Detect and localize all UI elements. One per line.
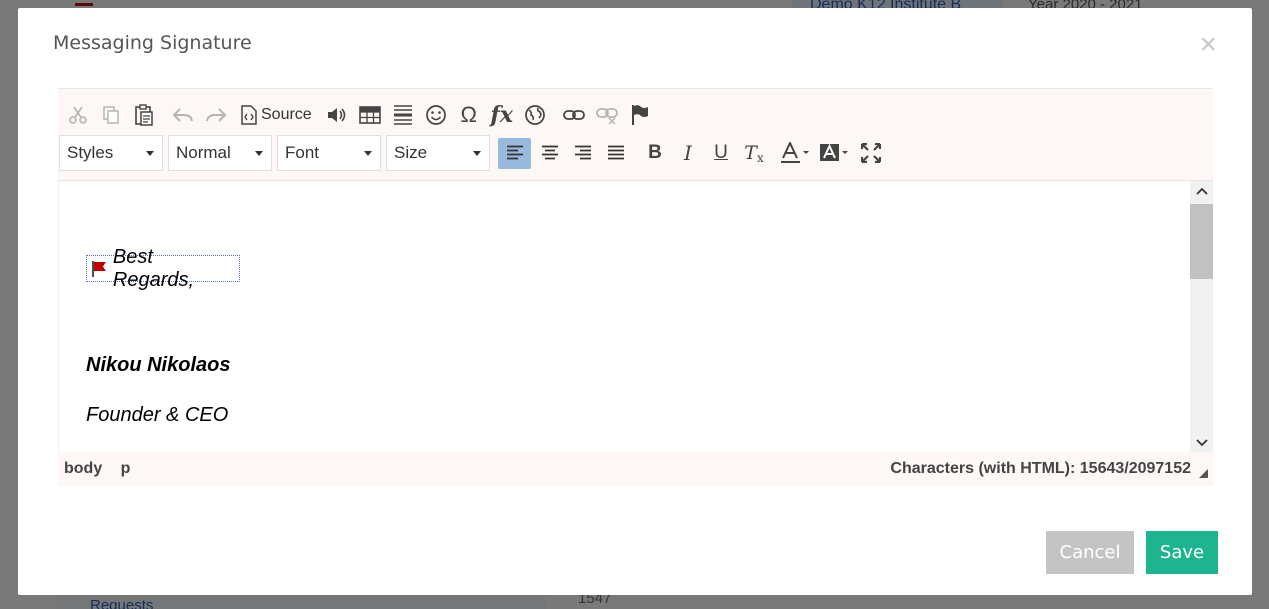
italic-icon[interactable]: I (674, 138, 702, 168)
link-icon[interactable] (560, 100, 588, 130)
rich-text-editor: Source Ω fx Styles Normal Font Size B I … (58, 88, 1213, 488)
redo-icon[interactable] (202, 100, 230, 130)
element-path: body p (64, 460, 144, 478)
horizontal-line-icon[interactable] (389, 100, 417, 130)
scroll-up-button[interactable] (1190, 181, 1213, 201)
unlink-icon[interactable] (593, 100, 621, 130)
messaging-signature-dialog: Messaging Signature × Source Ω fx Styles… (18, 8, 1252, 595)
special-character-icon[interactable]: Ω (455, 100, 483, 130)
resize-handle[interactable] (1199, 469, 1208, 478)
greeting-text: Best Regards, (112, 245, 195, 291)
chevron-down-icon (146, 150, 154, 156)
chevron-up-icon (1195, 187, 1208, 195)
editor-toolbar: Source Ω fx Styles Normal Font Size B I … (58, 88, 1213, 180)
editor-content-area[interactable]: Best Regards, Nikou Nikolaos Founder & C… (58, 180, 1213, 453)
flag-icon (92, 260, 106, 277)
background-color-icon[interactable] (818, 138, 852, 168)
speak-icon[interactable] (323, 100, 351, 130)
paste-icon[interactable] (130, 100, 158, 130)
maximize-icon[interactable] (857, 138, 885, 168)
styles-dropdown-label: Styles (67, 143, 114, 162)
align-justify-icon[interactable] (602, 138, 630, 168)
undo-icon[interactable] (169, 100, 197, 130)
globe-icon[interactable] (521, 100, 549, 130)
math-formula-icon[interactable]: fx (488, 100, 516, 130)
format-dropdown-label: Normal (176, 143, 231, 162)
signature-role: Founder & CEO (86, 404, 229, 426)
align-left-icon[interactable] (498, 137, 531, 169)
signature-body: Best Regards, Nikou Nikolaos Founder & C… (86, 181, 1166, 453)
size-dropdown[interactable]: Size (386, 135, 490, 171)
chevron-down-icon (473, 150, 481, 156)
cancel-button[interactable]: Cancel (1046, 531, 1134, 574)
close-button[interactable]: × (1199, 30, 1217, 60)
toolbar-row-2: Styles Normal Font Size B I U T x (59, 135, 890, 171)
content-scrollbar[interactable] (1190, 181, 1213, 453)
size-dropdown-label: Size (394, 143, 428, 162)
signature-name: Nikou Nikolaos (86, 354, 231, 376)
path-item-body[interactable]: body (64, 460, 102, 477)
toolbar-row-1: Source Ω fx (64, 99, 659, 131)
smiley-icon[interactable] (422, 100, 450, 130)
remove-format-icon[interactable]: Tx (740, 138, 768, 168)
text-color-icon[interactable] (779, 138, 813, 168)
character-count: Characters (with HTML): 15643/2097152 (890, 460, 1191, 477)
underline-icon[interactable]: U (707, 138, 735, 168)
table-icon[interactable] (356, 100, 384, 130)
source-button[interactable]: Source (241, 100, 312, 130)
font-dropdown[interactable]: Font (277, 135, 381, 171)
font-dropdown-label: Font (285, 143, 320, 162)
dialog-title: Messaging Signature (53, 32, 252, 54)
source-icon (241, 105, 257, 125)
format-dropdown[interactable]: Normal (168, 135, 272, 171)
editor-statusbar: body p Characters (with HTML): 15643/209… (58, 452, 1213, 486)
cut-icon[interactable] (64, 100, 92, 130)
align-center-icon[interactable] (536, 138, 564, 168)
align-right-icon[interactable] (569, 138, 597, 168)
anchor-flag-icon[interactable] (626, 100, 654, 130)
chevron-down-icon (1195, 439, 1208, 447)
scroll-down-button[interactable] (1190, 433, 1213, 453)
greeting-block: Best Regards, (86, 246, 240, 291)
chevron-down-icon (364, 150, 372, 156)
scrollbar-thumb[interactable] (1190, 204, 1213, 279)
chevron-down-icon (255, 150, 263, 156)
bold-icon[interactable]: B (641, 138, 669, 168)
copy-icon[interactable] (97, 100, 125, 130)
source-label: Source (261, 106, 312, 123)
styles-dropdown[interactable]: Styles (59, 135, 163, 171)
path-item-p[interactable]: p (121, 460, 131, 477)
save-button[interactable]: Save (1146, 531, 1218, 574)
